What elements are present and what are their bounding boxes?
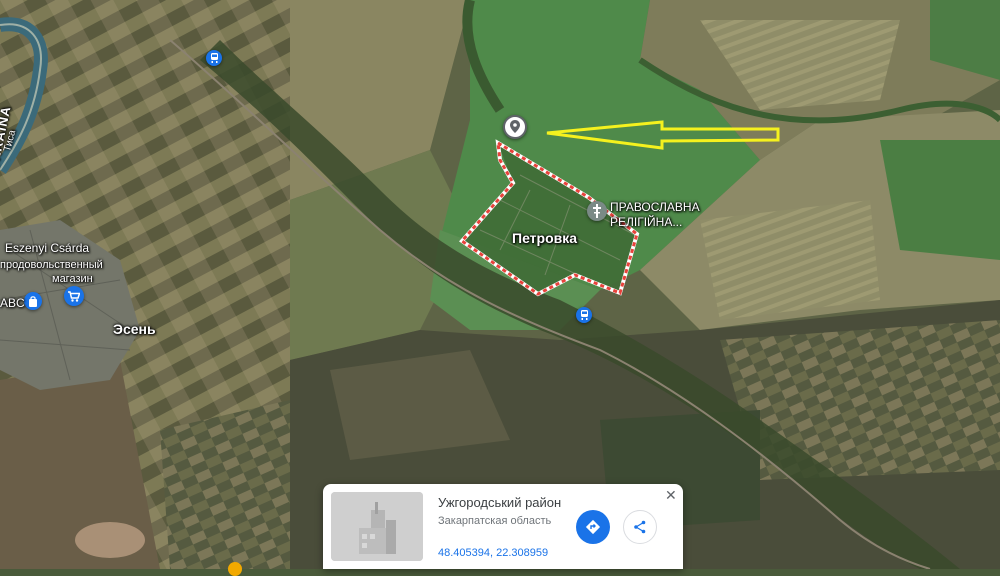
shopping-bag-icon[interactable] <box>24 292 42 310</box>
village-label[interactable]: Петровка <box>512 230 577 246</box>
train-icon[interactable] <box>206 50 222 66</box>
share-button[interactable] <box>623 510 657 544</box>
street-view-thumbnail[interactable] <box>331 492 423 561</box>
town-label[interactable]: Эсень <box>113 321 156 337</box>
location-info-card: Ужгородський район Закарпатская область … <box>323 484 683 569</box>
poi-label-abc[interactable]: ABC <box>0 296 25 310</box>
map-pin-icon[interactable] <box>503 115 527 139</box>
poi-label-store-line1[interactable]: продовольственный <box>0 259 103 271</box>
shopping-cart-icon[interactable] <box>64 286 84 306</box>
close-icon[interactable]: ✕ <box>665 487 677 504</box>
train-icon[interactable] <box>576 307 592 323</box>
poi-label-csarda[interactable]: Eszenyi Csárda <box>5 241 89 255</box>
church-icon[interactable] <box>587 201 607 221</box>
place-region: Закарпатская область <box>438 515 552 527</box>
church-label-line1[interactable]: ПРАВОСЛАВНА <box>610 200 700 214</box>
share-icon <box>634 520 646 534</box>
map-marker-partial[interactable] <box>228 562 242 576</box>
directions-button[interactable] <box>576 510 610 544</box>
place-coordinates[interactable]: 48.405394, 22.308959 <box>438 547 548 559</box>
place-title: Ужгородський район <box>438 495 562 510</box>
directions-icon <box>585 519 601 535</box>
poi-label-store-line2[interactable]: магазин <box>52 273 93 285</box>
church-label-line2[interactable]: РЕЛІГІЙНА... <box>610 215 682 229</box>
